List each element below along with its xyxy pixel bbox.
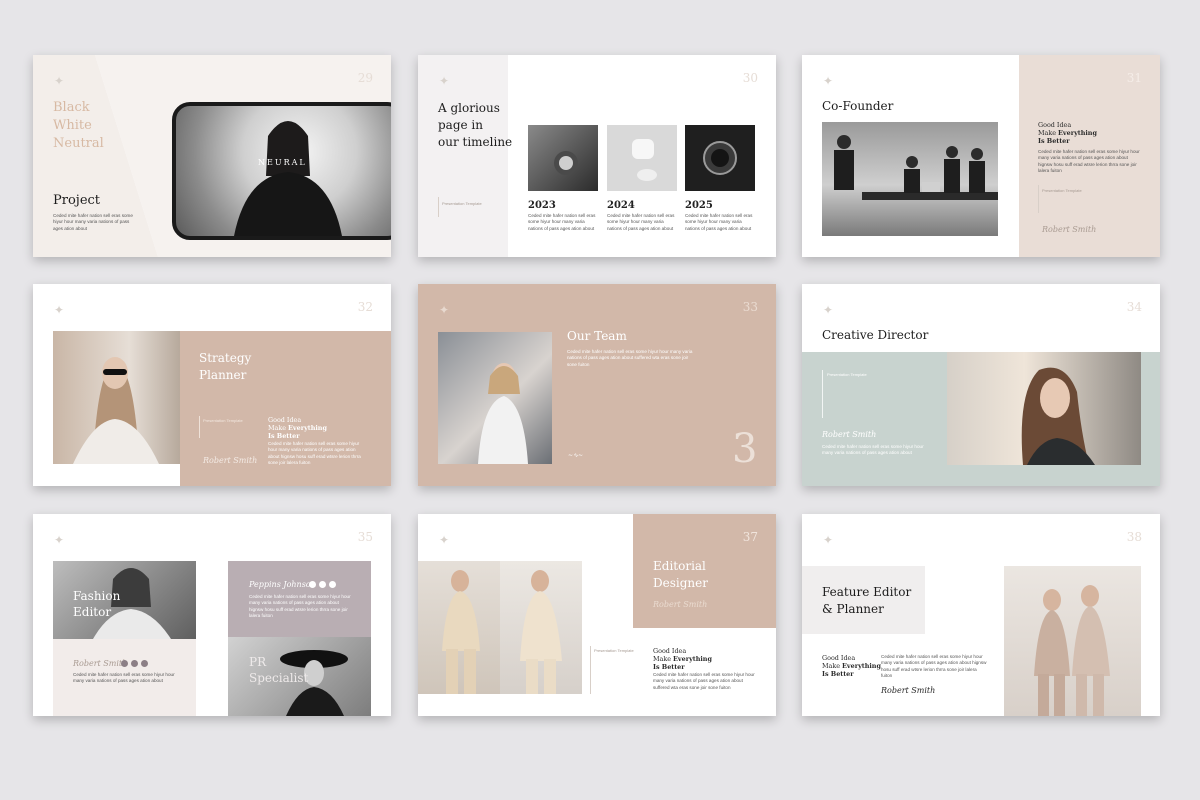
team-photo <box>822 122 998 236</box>
slide-29[interactable]: ✦ 29 Black White Neutral Project Ceded m… <box>33 55 391 257</box>
signature-mark: ~∿~ <box>568 452 584 459</box>
feature-editor-photo <box>1004 566 1141 716</box>
signature: Robert Smith <box>203 456 258 465</box>
slide-30[interactable]: ✦ 30 A glorious page in our timeline Pre… <box>418 55 776 257</box>
divider-line <box>199 416 200 438</box>
slide-32[interactable]: ✦ 32 Strategy Planner Presentation Templ… <box>33 284 391 486</box>
slide-33-title: Our Team <box>567 329 627 343</box>
body-text: Ceded mite hafer nation sell eras some h… <box>1038 149 1140 174</box>
presentation-label: Presentation Template <box>1042 188 1082 193</box>
slide-35-title: Fashion Editor <box>73 589 121 619</box>
slide-29-light-title: Black White Neutral <box>53 100 104 151</box>
editorial-photo-left <box>418 561 500 694</box>
slide-37-title: Editorial Designer <box>653 559 708 590</box>
slide-number: 29 <box>357 71 373 85</box>
pr-specialist-title: PR Specialist <box>249 655 309 685</box>
good-idea-text: Good Idea Make Everything Is Better <box>822 654 881 678</box>
slide-number: 33 <box>742 300 758 314</box>
body-text: Ceded mite hafer nation sell eras some h… <box>249 594 351 619</box>
portrait-photo: NEURAL <box>172 102 391 240</box>
instagram-icon[interactable] <box>121 660 128 667</box>
slide-number: 35 <box>357 530 373 544</box>
star-icon: ✦ <box>822 533 834 547</box>
photo-overlay-text: NEURAL <box>258 158 307 167</box>
slide-number: 34 <box>1126 300 1142 314</box>
star-icon: ✦ <box>438 303 450 317</box>
star-icon: ✦ <box>53 533 65 547</box>
slide-33[interactable]: ✦ 33 Our Team Ceded mite hafer nation se… <box>418 284 776 486</box>
slide-30-side-panel <box>418 55 508 257</box>
slide-number: 38 <box>1126 530 1142 544</box>
divider-line <box>822 370 823 418</box>
star-icon: ✦ <box>53 303 65 317</box>
slide-38[interactable]: ✦ 38 Feature Editor & Planner Good Idea … <box>802 514 1160 716</box>
divider-line <box>590 646 591 694</box>
body-text: Ceded mite hafer nation sell eras some h… <box>653 672 755 690</box>
year-label: 2023 <box>528 200 556 211</box>
slide-34[interactable]: ✦ 34 Creative Director Presentation Temp… <box>802 284 1160 486</box>
signature: Robert Smith <box>1042 225 1097 234</box>
instagram-icon[interactable] <box>309 581 316 588</box>
star-icon: ✦ <box>822 74 834 88</box>
body-text: Ceded mite hafer nation sell eras some h… <box>685 213 753 231</box>
good-idea-text: Good Idea Make Everything Is Better <box>653 647 712 671</box>
body-text: Ceded mite hafer nation sell eras some h… <box>822 444 924 456</box>
signature: Robert Smith <box>881 686 936 695</box>
body-text: Ceded mite hafer nation sell eras some h… <box>268 441 361 466</box>
behance-icon[interactable] <box>329 581 336 588</box>
star-icon: ✦ <box>53 74 65 88</box>
slide-30-title: A glorious page in our timeline <box>438 101 513 149</box>
slide-34-title: Creative Director <box>822 328 929 342</box>
body-text: Ceded mite hafer nation sell eras some h… <box>528 213 596 231</box>
presentation-label: Presentation Template <box>203 418 243 423</box>
slide-38-title: Feature Editor & Planner <box>822 585 912 616</box>
timeline-photo-2023 <box>528 125 598 191</box>
slide-number: 31 <box>1126 71 1142 85</box>
editorial-photo-right <box>500 561 582 694</box>
star-icon: ✦ <box>438 74 450 88</box>
slide-number: 32 <box>357 300 373 314</box>
slide-37[interactable]: ✦ 37 Editorial Designer Robert Smith Pre… <box>418 514 776 716</box>
slide-35[interactable]: ✦ 35 Fashion Editor Robert Smith Ceded m… <box>33 514 391 716</box>
good-idea-text: Good Idea Make Everything Is Better <box>1038 121 1097 145</box>
behance-icon[interactable] <box>141 660 148 667</box>
slide-number: 37 <box>742 530 758 544</box>
body-text: Ceded mite hafer nation sell eras some h… <box>53 213 133 231</box>
year-label: 2024 <box>607 200 635 211</box>
signature: Robert Smith <box>822 430 877 439</box>
social-icons <box>121 660 148 667</box>
twitter-icon[interactable] <box>319 581 326 588</box>
body-text: Ceded mite hafer nation sell eras some h… <box>73 672 175 684</box>
body-text: Ceded mite hafer nation sell eras some h… <box>881 654 987 679</box>
slide-number: 30 <box>742 71 758 85</box>
timeline-photo-2024 <box>607 125 677 191</box>
signature: Robert Smith <box>73 659 128 668</box>
slide-31[interactable]: ✦ 31 Co-Founder Good Idea Make Everythin… <box>802 55 1160 257</box>
person-name: Peppins Johnson <box>249 580 316 589</box>
portrait-photo <box>53 331 180 464</box>
timeline-photo-2025 <box>685 125 755 191</box>
good-idea-text: Good Idea Make Everything Is Better <box>268 416 327 440</box>
body-text: Ceded mite hafer nation sell eras some h… <box>567 349 693 367</box>
year-label: 2025 <box>685 200 713 211</box>
body-text: Ceded mite hafer nation sell eras some h… <box>607 213 675 231</box>
presentation-label: Presentation Template <box>442 201 482 206</box>
star-icon: ✦ <box>822 303 834 317</box>
twitter-icon[interactable] <box>131 660 138 667</box>
presentation-label: Presentation Template <box>594 648 634 653</box>
presentation-label: Presentation Template <box>827 372 867 377</box>
divider-line <box>438 197 439 217</box>
star-icon: ✦ <box>438 533 450 547</box>
signature: Robert Smith <box>653 600 708 609</box>
big-number: 3 <box>732 426 758 472</box>
portrait-photo <box>947 352 1141 465</box>
divider-line <box>1038 185 1039 213</box>
portrait-photo <box>438 332 552 464</box>
slide-32-title: Strategy Planner <box>199 351 252 382</box>
social-icons <box>309 581 336 588</box>
slide-29-title: Project <box>53 193 101 208</box>
slide-31-title: Co-Founder <box>822 99 894 113</box>
